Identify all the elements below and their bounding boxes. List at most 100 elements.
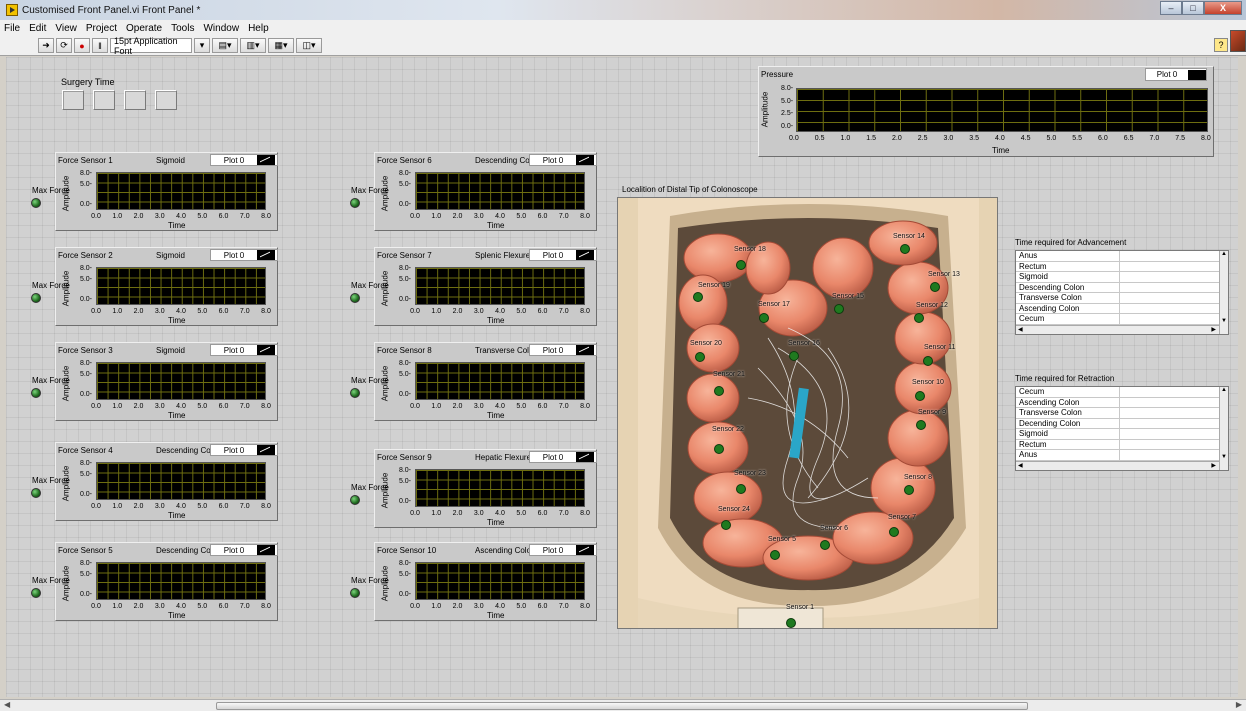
- chart-xlabel: Time: [487, 518, 505, 527]
- chart-xlabel: Time: [487, 221, 505, 230]
- scroll-right-icon[interactable]: ▶: [1236, 700, 1242, 709]
- chart-plot-area[interactable]: [415, 172, 585, 210]
- chart-ytick: 0.0-: [398, 201, 411, 208]
- surgery-time-box[interactable]: [62, 90, 84, 110]
- force-sensor-chart: Force Sensor 4 Descending Colon Plot 0 Ampl…: [55, 442, 278, 521]
- menu-operate[interactable]: Operate: [126, 23, 162, 34]
- max-force-led[interactable]: [350, 388, 360, 398]
- chart-xtick: 3.0: [473, 213, 484, 220]
- retraction-table[interactable]: Cecum Ascending Colon Transverse Colon D…: [1015, 386, 1229, 471]
- max-force-led[interactable]: [31, 293, 41, 303]
- chart-xtick: 7.0: [239, 603, 250, 610]
- chart-xtick: 5.0: [516, 213, 527, 220]
- sensor-label: Sensor 8: [904, 474, 933, 481]
- chart-xtick: 2.0: [452, 510, 463, 517]
- max-force-led[interactable]: [350, 198, 360, 208]
- pressure-xtick: 3.0: [943, 135, 954, 142]
- max-force-led[interactable]: [350, 495, 360, 505]
- menu-window[interactable]: Window: [203, 23, 239, 34]
- max-force-led[interactable]: [31, 388, 41, 398]
- chart-xtick: 6.0: [218, 403, 229, 410]
- chart-plot-area[interactable]: [96, 172, 266, 210]
- retraction-vscroll[interactable]: ▲ ▼: [1219, 387, 1228, 470]
- abort-icon[interactable]: ●: [74, 38, 90, 53]
- max-force-led[interactable]: [350, 588, 360, 598]
- plot-legend[interactable]: Plot 0: [529, 451, 597, 463]
- plot-legend[interactable]: Plot 0: [529, 344, 597, 356]
- chart-xtick: 8.0: [261, 603, 271, 610]
- pressure-plot-area[interactable]: [796, 88, 1208, 132]
- sensor-label: Sensor 19: [698, 282, 730, 289]
- plot-legend[interactable]: Plot 0: [210, 344, 278, 356]
- menu-help[interactable]: Help: [248, 23, 269, 34]
- reorder-icon[interactable]: ◫▾: [296, 38, 322, 53]
- font-dropdown-icon[interactable]: ▾: [194, 38, 210, 53]
- pressure-xtick: 2.0: [892, 135, 902, 142]
- surgery-time-box[interactable]: [155, 90, 177, 110]
- surgery-time-box[interactable]: [93, 90, 115, 110]
- advancement-cell: Transverse Colon: [1016, 293, 1120, 303]
- plot-legend[interactable]: Plot 0: [210, 544, 278, 556]
- close-button[interactable]: X: [1204, 1, 1242, 15]
- chart-plot-area[interactable]: [96, 267, 266, 305]
- chart-plot-area[interactable]: [415, 562, 585, 600]
- retraction-cell: Sigmoid: [1016, 429, 1120, 439]
- chart-plot-area[interactable]: [415, 362, 585, 400]
- menu-project[interactable]: Project: [86, 23, 117, 34]
- menu-file[interactable]: File: [4, 23, 20, 34]
- chart-plot-area[interactable]: [96, 562, 266, 600]
- max-force-led[interactable]: [350, 293, 360, 303]
- max-force-led[interactable]: [31, 588, 41, 598]
- chart-ytick: 8.0-: [79, 265, 92, 272]
- max-force-led[interactable]: [31, 488, 41, 498]
- plot-legend[interactable]: Plot 0: [529, 544, 597, 556]
- plot-legend[interactable]: Plot 0: [210, 444, 278, 456]
- menu-view[interactable]: View: [55, 23, 77, 34]
- plot-legend[interactable]: Plot 0: [529, 154, 597, 166]
- menu-edit[interactable]: Edit: [29, 23, 46, 34]
- pressure-legend[interactable]: Plot 0: [1145, 68, 1207, 81]
- align-objects-icon[interactable]: ▤▾: [212, 38, 238, 53]
- legend-name: Plot 0: [542, 452, 564, 462]
- force-sensor-chart: Force Sensor 3 Sigmoid Plot 0 Amplitude 8.0-…: [55, 342, 278, 421]
- plot-line-icon: [257, 545, 275, 555]
- advancement-table[interactable]: Anus Rectum Sigmoid Descending Colon Tra…: [1015, 250, 1229, 335]
- resize-objects-icon[interactable]: ▦▾: [268, 38, 294, 53]
- plot-legend[interactable]: Plot 0: [210, 154, 278, 166]
- chart-plot-area[interactable]: [96, 362, 266, 400]
- minimize-button[interactable]: –: [1160, 1, 1182, 15]
- chart-xtick: 4.0: [495, 403, 505, 410]
- surgery-time-box[interactable]: [124, 90, 146, 110]
- pause-icon[interactable]: ‖: [92, 38, 108, 53]
- run-arrow-icon[interactable]: ➜: [38, 38, 54, 53]
- max-force-led[interactable]: [31, 198, 41, 208]
- chart-title: Force Sensor 3: [58, 346, 113, 355]
- chart-plot-area[interactable]: [415, 267, 585, 305]
- advancement-hscroll[interactable]: ◀ ▶: [1016, 324, 1228, 334]
- advancement-vscroll[interactable]: ▲ ▼: [1219, 251, 1228, 334]
- chart-xtick: 7.0: [239, 503, 250, 510]
- maximize-button[interactable]: □: [1182, 1, 1204, 15]
- chart-xtick: 7.0: [558, 510, 569, 517]
- context-help-icon[interactable]: ?: [1214, 38, 1228, 52]
- legend-name: Plot 0: [223, 250, 245, 260]
- plot-legend[interactable]: Plot 0: [529, 249, 597, 261]
- chart-region: Sigmoid: [156, 156, 185, 165]
- pressure-ytick: 2.5-: [781, 110, 794, 117]
- scroll-left-icon[interactable]: ◀: [4, 700, 10, 709]
- plot-legend[interactable]: Plot 0: [210, 249, 278, 261]
- force-sensor-chart: Force Sensor 2 Sigmoid Plot 0 Amplitude 8.0-…: [55, 247, 278, 326]
- panel-horizontal-scrollbar[interactable]: ◀ ▶: [0, 699, 1246, 711]
- chart-xtick: 4.0: [495, 213, 505, 220]
- chart-plot-area[interactable]: [415, 469, 585, 507]
- run-continuously-icon[interactable]: ⟳: [56, 38, 72, 53]
- force-sensor-chart: Force Sensor 7 Splenic Flexure Plot 0 Ampli…: [374, 247, 597, 326]
- distribute-objects-icon[interactable]: ▥▾: [240, 38, 266, 53]
- scroll-thumb[interactable]: [216, 702, 1028, 710]
- chart-plot-area[interactable]: [96, 462, 266, 500]
- chart-xtick: 1.0: [112, 503, 123, 510]
- retraction-hscroll[interactable]: ◀ ▶: [1016, 460, 1228, 470]
- font-select[interactable]: 15pt Application Font: [110, 36, 192, 56]
- chart-xtick: 3.0: [154, 503, 165, 510]
- menu-tools[interactable]: Tools: [171, 23, 194, 34]
